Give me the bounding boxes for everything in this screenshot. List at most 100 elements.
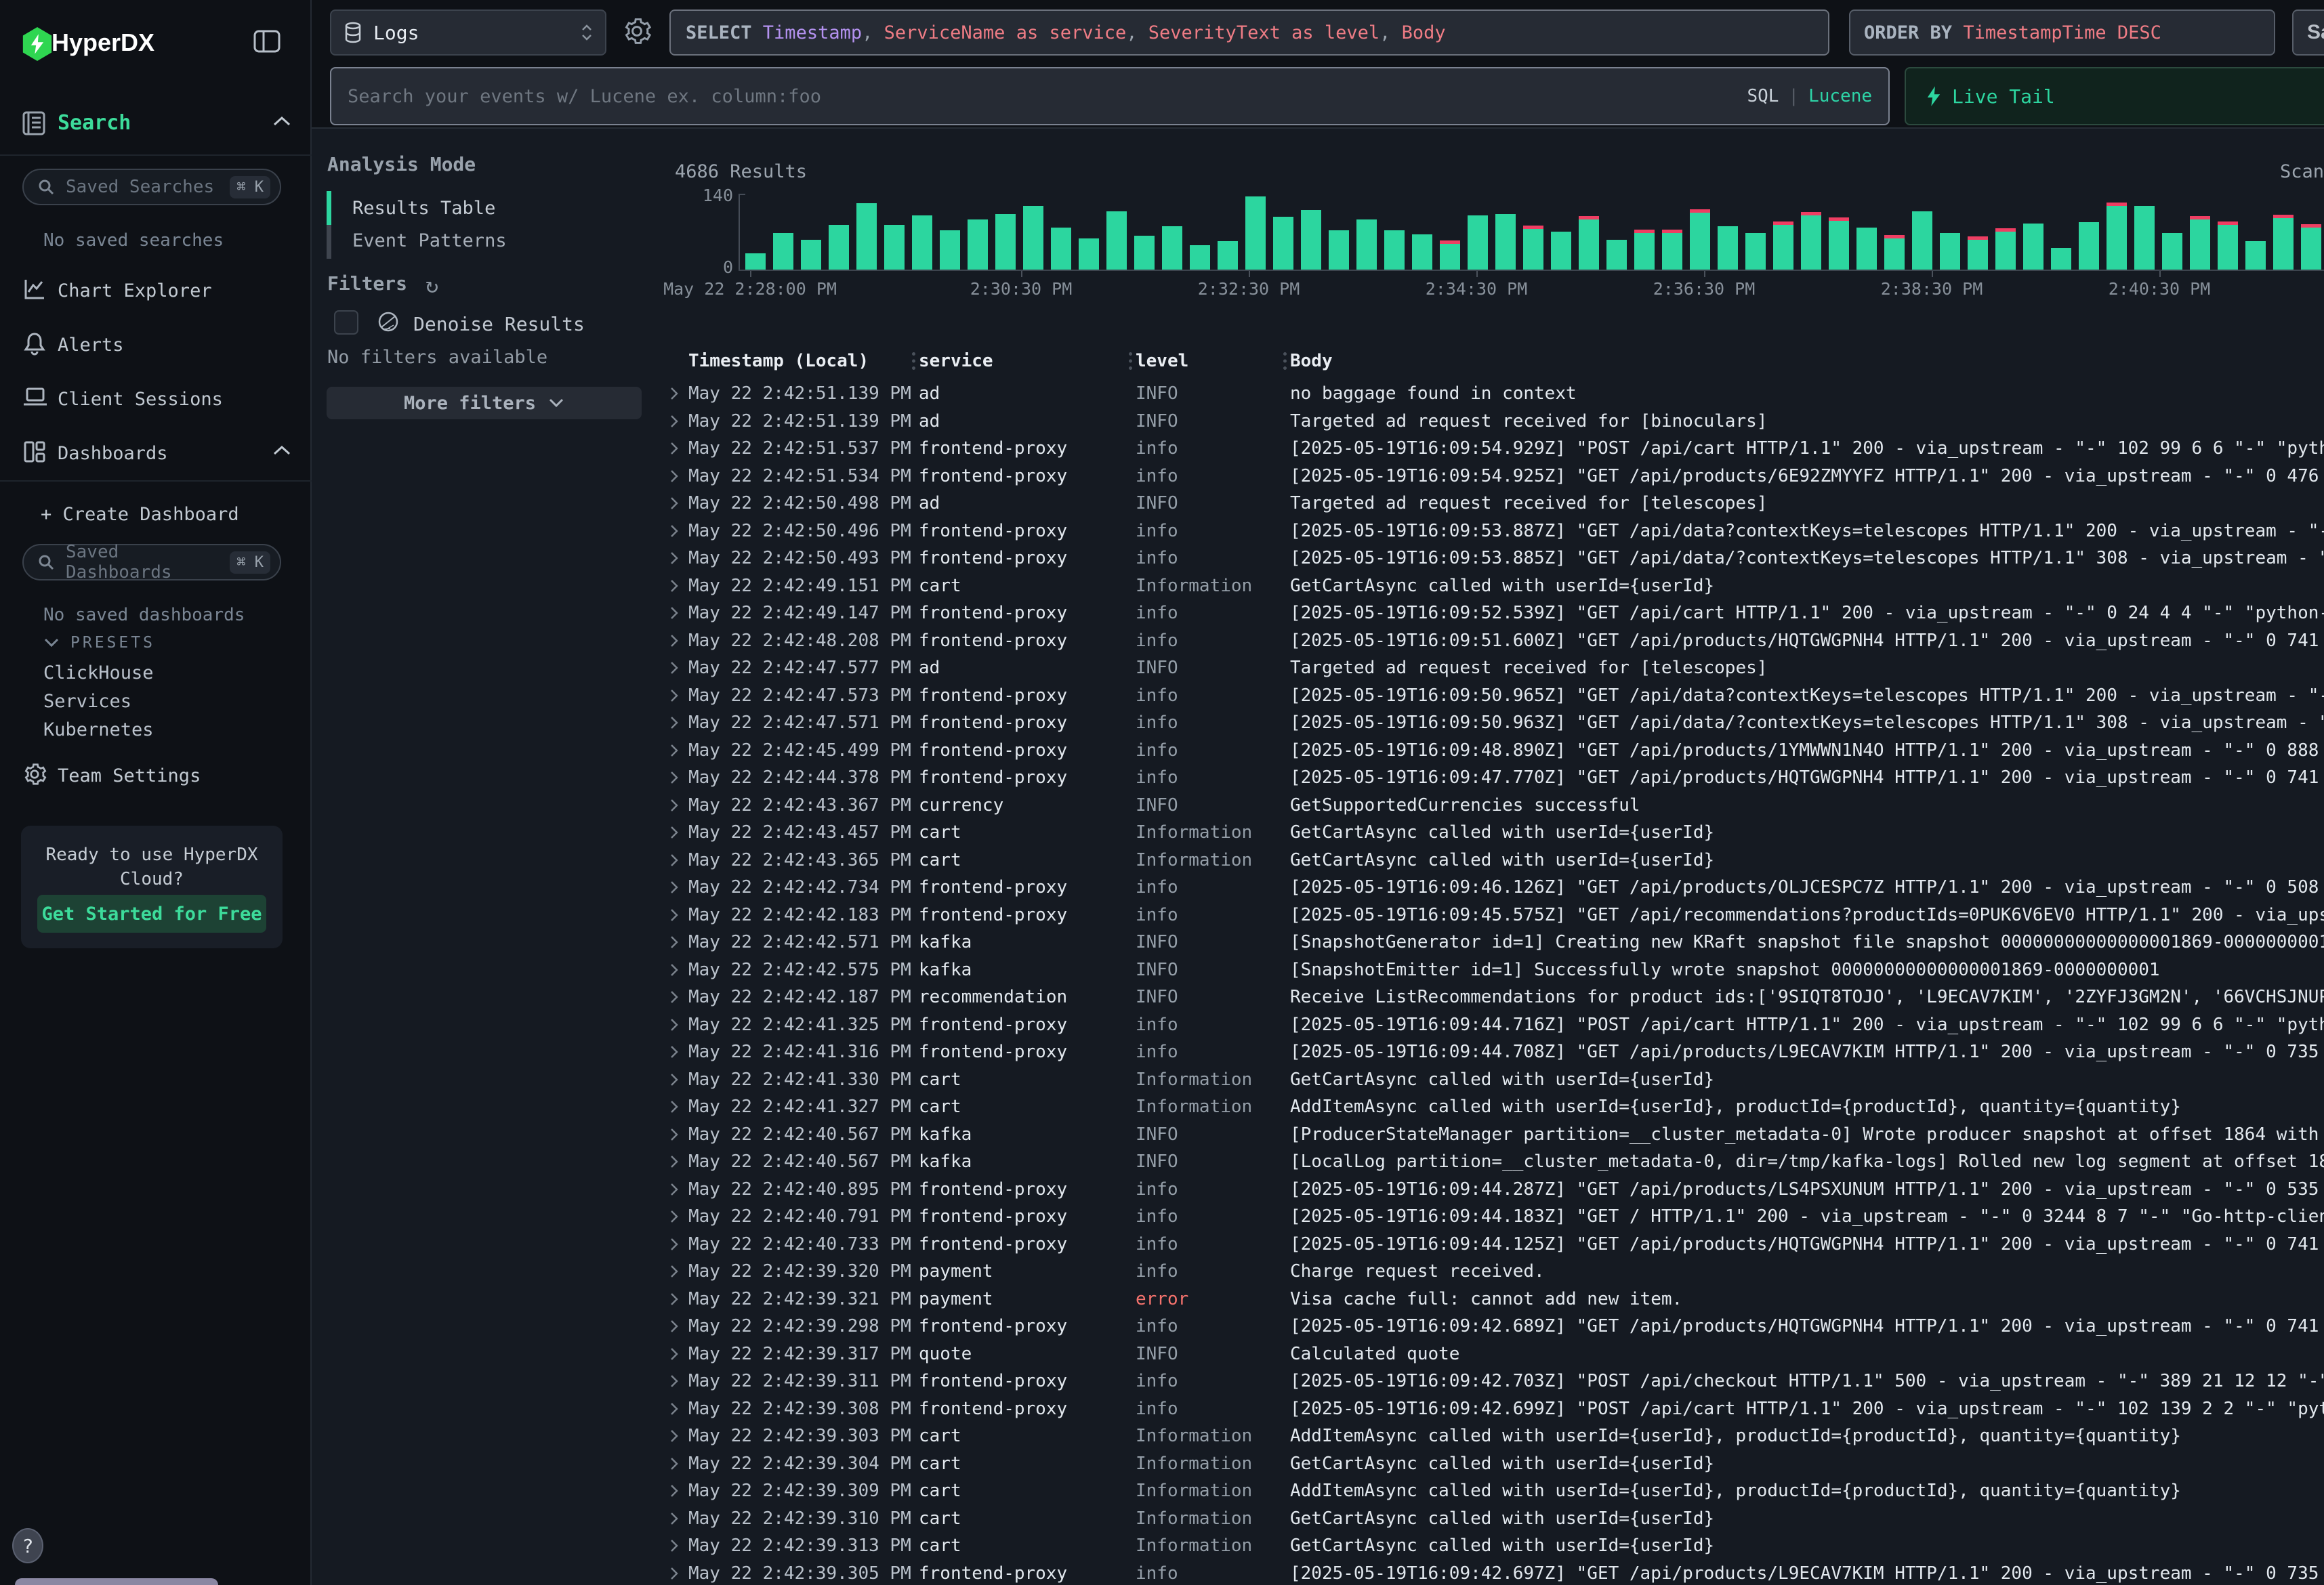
saved-searches-input[interactable]: Saved Searches ⌘ K — [22, 169, 281, 205]
histogram-bar[interactable] — [1301, 210, 1321, 270]
expand-chevron-icon[interactable] — [664, 1429, 688, 1443]
table-row[interactable]: May 22 2:42:49.151 PM cart Information G… — [664, 572, 2324, 600]
histogram-bar[interactable] — [1856, 228, 1877, 270]
help-button[interactable]: ? — [12, 1528, 43, 1563]
sql-mode-button[interactable]: SQL — [1747, 86, 1779, 106]
expand-chevron-icon[interactable] — [664, 1017, 688, 1032]
table-row[interactable]: May 22 2:42:39.313 PM cart Information G… — [664, 1532, 2324, 1560]
sidebar-item-search[interactable]: Search — [0, 110, 312, 150]
table-row[interactable]: May 22 2:42:40.895 PM frontend-proxy inf… — [664, 1176, 2324, 1204]
expand-chevron-icon[interactable] — [664, 1456, 688, 1471]
expand-chevron-icon[interactable] — [664, 1127, 688, 1142]
histogram-bar[interactable] — [745, 253, 766, 270]
expand-chevron-icon[interactable] — [664, 715, 688, 730]
table-row[interactable]: May 22 2:42:48.208 PM frontend-proxy inf… — [664, 627, 2324, 655]
save-button[interactable]: Save — [2292, 9, 2324, 56]
table-row[interactable]: May 22 2:42:50.493 PM frontend-proxy inf… — [664, 545, 2324, 572]
histogram-bar[interactable] — [2162, 233, 2182, 270]
sidebar-preset-services[interactable]: Services — [43, 691, 131, 712]
histogram-bar[interactable] — [1356, 219, 1377, 270]
histogram-bar[interactable] — [1968, 240, 1988, 270]
expand-chevron-icon[interactable] — [664, 1538, 688, 1553]
table-row[interactable]: May 22 2:42:43.365 PM cart Information G… — [664, 847, 2324, 874]
table-row[interactable]: May 22 2:42:39.308 PM frontend-proxy inf… — [664, 1395, 2324, 1423]
table-row[interactable]: May 22 2:42:43.367 PM currency INFO GetS… — [664, 792, 2324, 820]
sidebar-item-team-settings[interactable]: Team Settings — [0, 757, 312, 797]
table-row[interactable]: May 22 2:42:42.183 PM frontend-proxy inf… — [664, 902, 2324, 929]
histogram-bar[interactable] — [1912, 211, 1932, 270]
table-row[interactable]: May 22 2:42:42.571 PM kafka INFO [Snapsh… — [664, 929, 2324, 956]
histogram-bar[interactable] — [1245, 196, 1266, 270]
select-clause-editor[interactable]: SELECT Timestamp, ServiceName as service… — [669, 9, 1829, 56]
expand-chevron-icon[interactable] — [664, 853, 688, 868]
table-row[interactable]: May 22 2:42:40.733 PM frontend-proxy inf… — [664, 1231, 2324, 1259]
histogram-bar[interactable] — [1523, 229, 1543, 270]
sidebar-preset-kubernetes[interactable]: Kubernetes — [43, 719, 154, 740]
table-row[interactable]: May 22 2:42:41.327 PM cart Information A… — [664, 1093, 2324, 1121]
expand-chevron-icon[interactable] — [664, 1401, 688, 1416]
chat-widget[interactable] — [15, 1578, 218, 1585]
histogram-bar[interactable] — [2107, 206, 2127, 270]
header-timestamp[interactable]: Timestamp (Local) — [688, 351, 912, 371]
histogram-bar[interactable] — [940, 230, 960, 270]
table-row[interactable]: May 22 2:42:43.457 PM cart Information G… — [664, 819, 2324, 847]
table-row[interactable]: May 22 2:42:39.310 PM cart Information G… — [664, 1505, 2324, 1533]
expand-chevron-icon[interactable] — [664, 770, 688, 785]
expand-chevron-icon[interactable] — [664, 660, 688, 675]
table-row[interactable]: May 22 2:42:41.316 PM frontend-proxy inf… — [664, 1038, 2324, 1066]
expand-chevron-icon[interactable] — [664, 1264, 688, 1279]
table-row[interactable]: May 22 2:42:47.573 PM frontend-proxy inf… — [664, 682, 2324, 710]
table-row[interactable]: May 22 2:42:51.537 PM frontend-proxy inf… — [664, 435, 2324, 463]
expand-chevron-icon[interactable] — [664, 633, 688, 648]
expand-chevron-icon[interactable] — [664, 798, 688, 813]
more-filters-button[interactable]: More filters — [327, 387, 642, 419]
tab-event-patterns[interactable]: Event Patterns — [352, 230, 507, 251]
live-tail-button[interactable]: Live Tail — [1905, 67, 2324, 125]
expand-chevron-icon[interactable] — [664, 496, 688, 511]
histogram-bar[interactable] — [1023, 206, 1043, 270]
histogram-bar[interactable] — [884, 225, 905, 270]
table-row[interactable]: May 22 2:42:49.147 PM frontend-proxy inf… — [664, 599, 2324, 627]
histogram-bar[interactable] — [1079, 238, 1099, 270]
histogram-bar[interactable] — [995, 214, 1016, 270]
histogram-bar[interactable] — [829, 225, 849, 270]
expand-chevron-icon[interactable] — [664, 963, 688, 977]
histogram-bar[interactable] — [773, 233, 793, 270]
histogram-bar[interactable] — [2218, 225, 2238, 270]
expand-chevron-icon[interactable] — [664, 1319, 688, 1334]
expand-chevron-icon[interactable] — [664, 908, 688, 923]
expand-chevron-icon[interactable] — [664, 386, 688, 401]
table-row[interactable]: May 22 2:42:39.320 PM payment info Charg… — [664, 1258, 2324, 1286]
expand-chevron-icon[interactable] — [664, 1511, 688, 1526]
expand-chevron-icon[interactable] — [664, 1347, 688, 1361]
expand-chevron-icon[interactable] — [664, 524, 688, 538]
table-row[interactable]: May 22 2:42:41.330 PM cart Information G… — [664, 1066, 2324, 1094]
expand-chevron-icon[interactable] — [664, 935, 688, 950]
source-settings-gear-icon[interactable] — [622, 16, 655, 49]
sidebar-item-dashboards[interactable]: Dashboards — [0, 435, 312, 474]
tab-results-table[interactable]: Results Table — [352, 198, 495, 219]
histogram-bar[interactable] — [968, 219, 988, 270]
histogram-bar[interactable] — [2245, 241, 2266, 270]
histogram-bar[interactable] — [1162, 226, 1182, 270]
chevron-up-icon[interactable] — [272, 444, 291, 457]
histogram-bar[interactable] — [1273, 217, 1293, 270]
expand-chevron-icon[interactable] — [664, 1182, 688, 1197]
lucene-mode-button[interactable]: Lucene — [1808, 86, 1872, 106]
table-row[interactable]: May 22 2:42:51.534 PM frontend-proxy inf… — [664, 463, 2324, 490]
histogram-bar[interactable] — [856, 203, 877, 270]
sidebar-item-alerts[interactable]: Alerts — [0, 326, 312, 366]
event-search-bar[interactable]: SQL | Lucene — [330, 67, 1890, 125]
source-select[interactable]: Logs — [330, 9, 606, 56]
order-by-editor[interactable]: ORDER BY TimestampTime DESC — [1849, 9, 2275, 56]
histogram-bar[interactable] — [1718, 226, 1738, 270]
expand-chevron-icon[interactable] — [664, 1374, 688, 1389]
expand-chevron-icon[interactable] — [664, 1099, 688, 1114]
table-row[interactable]: May 22 2:42:40.791 PM frontend-proxy inf… — [664, 1203, 2324, 1231]
expand-chevron-icon[interactable] — [664, 414, 688, 429]
table-row[interactable]: May 22 2:42:47.571 PM frontend-proxy inf… — [664, 709, 2324, 737]
table-row[interactable]: May 22 2:42:39.321 PM payment error Visa… — [664, 1286, 2324, 1313]
denoise-checkbox[interactable] — [334, 310, 358, 335]
table-row[interactable]: May 22 2:42:51.139 PM ad INFO no baggage… — [664, 380, 2324, 408]
expand-chevron-icon[interactable] — [664, 606, 688, 620]
